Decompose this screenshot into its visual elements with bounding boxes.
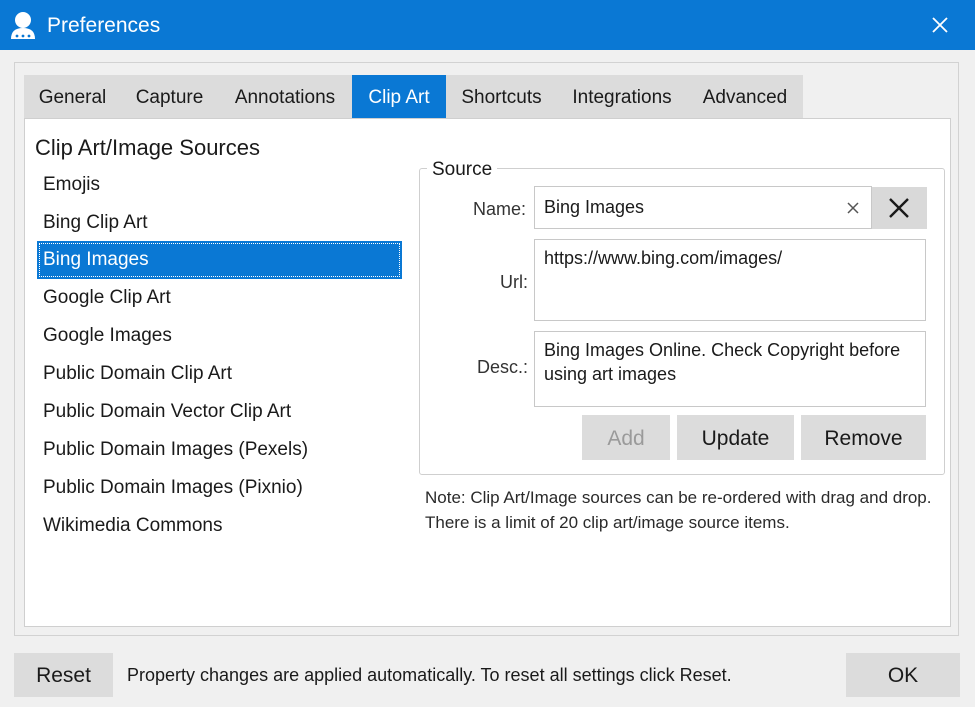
desc-label: Desc.:	[476, 357, 528, 377]
remove-button[interactable]: Remove	[801, 415, 926, 460]
list-item-selected[interactable]: Bing Images	[37, 241, 402, 279]
update-button[interactable]: Update	[677, 415, 794, 460]
user-icon	[11, 12, 35, 39]
tab-general[interactable]: General	[24, 75, 121, 119]
title-bar: Preferences	[0, 0, 975, 50]
tab-integrations[interactable]: Integrations	[557, 75, 687, 119]
list-item[interactable]: Emojis	[37, 166, 402, 204]
tab-annotations[interactable]: Annotations	[218, 75, 352, 119]
ok-button[interactable]: OK	[846, 653, 960, 697]
delete-icon	[889, 198, 909, 218]
tab-shortcuts[interactable]: Shortcuts	[446, 75, 557, 119]
name-field[interactable]: Bing Images	[534, 186, 872, 229]
sources-title: Clip Art/Image Sources	[35, 135, 260, 160]
tab-advanced[interactable]: Advanced	[687, 75, 803, 119]
desc-field[interactable]: Bing Images Online. Check Copyright befo…	[534, 331, 926, 407]
list-item[interactable]: Public Domain Clip Art	[37, 355, 402, 393]
list-item[interactable]: Google Clip Art	[37, 279, 402, 317]
status-text: Property changes are applied automatical…	[127, 665, 732, 685]
source-legend: Source	[427, 158, 498, 182]
tab-clip-art[interactable]: Clip Art	[352, 75, 446, 119]
url-field[interactable]: https://www.bing.com/images/	[534, 239, 926, 321]
list-item[interactable]: Public Domain Vector Clip Art	[37, 393, 402, 431]
window-title: Preferences	[47, 14, 161, 37]
reset-button[interactable]: Reset	[14, 653, 113, 697]
url-label: Url:	[500, 272, 528, 292]
delete-source-button[interactable]	[872, 187, 927, 229]
close-icon[interactable]	[929, 14, 951, 36]
list-item[interactable]: Bing Clip Art	[37, 204, 402, 242]
name-label: Name:	[472, 199, 526, 219]
list-item[interactable]: Public Domain Images (Pixnio)	[37, 469, 402, 507]
list-item[interactable]: Google Images	[37, 317, 402, 355]
list-item[interactable]: Public Domain Images (Pexels)	[37, 431, 402, 469]
clear-icon[interactable]	[845, 200, 861, 216]
add-button[interactable]: Add	[582, 415, 670, 460]
tab-capture[interactable]: Capture	[121, 75, 218, 119]
list-item[interactable]: Wikimedia Commons	[37, 507, 402, 545]
reorder-note: Note: Clip Art/Image sources can be re-o…	[425, 488, 932, 532]
